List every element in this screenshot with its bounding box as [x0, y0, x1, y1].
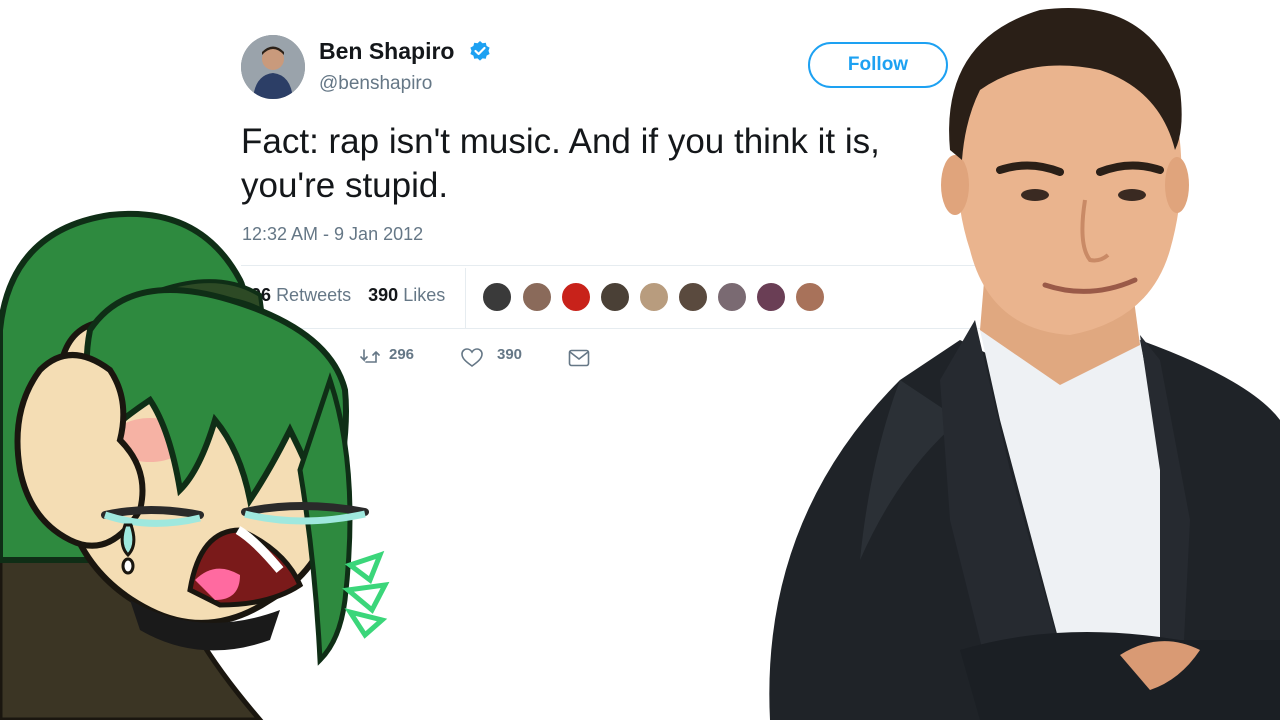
man-in-suit-photo: [769, 7, 1280, 720]
